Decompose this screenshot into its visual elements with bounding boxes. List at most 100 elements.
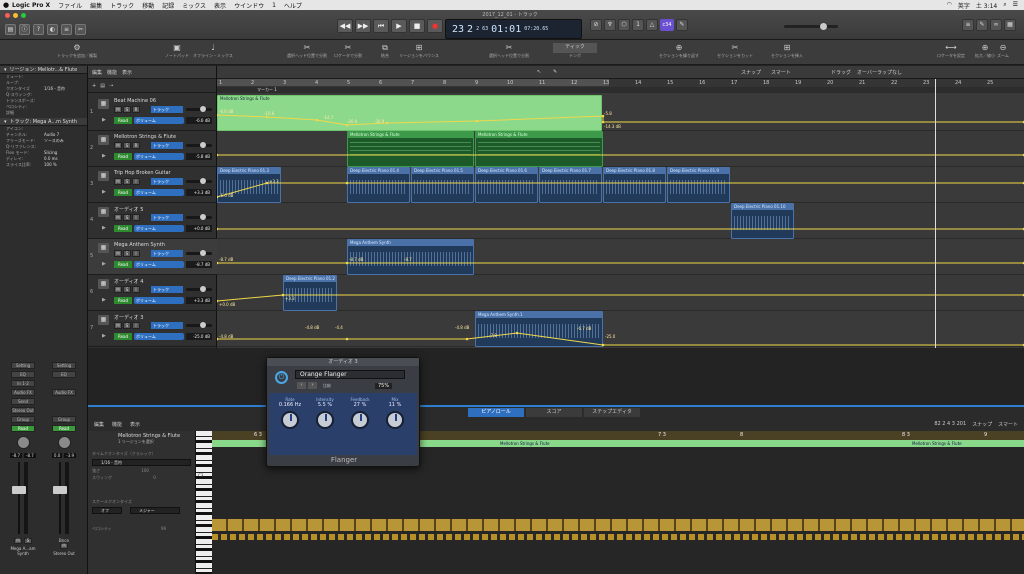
app-menu[interactable]: Logic Pro X <box>12 2 50 9</box>
folder-icon[interactable]: ▤ <box>100 83 105 89</box>
browser-icon[interactable]: ▦ <box>1004 19 1016 31</box>
knob-dial[interactable] <box>351 411 369 429</box>
menu-edit[interactable]: 編集 <box>90 1 102 10</box>
menu-1[interactable]: 1 <box>272 2 276 9</box>
automation-node[interactable] <box>345 123 349 127</box>
inspector-row-value[interactable]: 100 % <box>44 162 57 168</box>
track-play-icon[interactable]: ▶ <box>102 333 106 339</box>
master-volume-slider[interactable] <box>784 23 838 30</box>
mute-button[interactable]: M <box>114 142 122 149</box>
automation-mode-button[interactable]: Read <box>114 333 132 340</box>
menu-mix[interactable]: ミックス <box>182 1 206 10</box>
knob-value[interactable]: 5.5 % <box>310 402 340 408</box>
input-source[interactable]: 英字 <box>958 1 970 10</box>
track-volume-slider[interactable] <box>186 214 212 220</box>
region-inspector-header[interactable]: ▾ リージョン: Mellotr...& Flute <box>0 66 87 74</box>
eq-button[interactable]: EQ <box>52 371 76 378</box>
track-volume-slider[interactable] <box>186 142 212 148</box>
input-slot[interactable]: In 1-2 <box>11 380 35 387</box>
automation-line[interactable] <box>217 332 1024 346</box>
input-monitor-button[interactable]: I <box>132 178 140 185</box>
track-header[interactable]: 4 ▦ オーディオ 5 M S I トラック ▶ Read ボリューム +0.0 dB <box>88 203 217 239</box>
mute-button[interactable]: M <box>114 250 122 257</box>
knob-rate[interactable]: Rate 0.166 Hz <box>275 397 305 429</box>
automation-value[interactable]: +3.3 dB <box>186 297 212 304</box>
prev-preset-button[interactable]: ‹ <box>297 382 306 389</box>
track-name[interactable]: Mellotron Strings & Flute <box>114 134 176 140</box>
automation-node[interactable] <box>265 115 269 119</box>
mute-button[interactable]: M <box>114 214 122 221</box>
tick-tool[interactable]: ティック テンポ <box>540 43 610 59</box>
track-name[interactable]: Mega Anthem Synth <box>114 242 165 248</box>
automation-param-select[interactable]: トラック <box>151 178 183 185</box>
solo-button[interactable]: S <box>123 142 131 149</box>
track-header[interactable]: 3 ▦ Trip Hop Broken Guitar M S I トラック ▶ Read ボリュー… <box>88 167 217 203</box>
mute-button[interactable]: M <box>60 543 68 549</box>
automation-mode-button[interactable]: Read <box>114 261 132 268</box>
editor-snap-menu[interactable]: スマート <box>998 421 1018 428</box>
track-icon[interactable]: ▦ <box>98 243 109 253</box>
automation-mode[interactable]: Read <box>11 425 35 432</box>
automation-node[interactable] <box>601 120 605 124</box>
editor-view-menu[interactable]: 表示 <box>130 421 140 428</box>
send-slot[interactable]: Send <box>11 398 35 405</box>
split-playhead-tool-2[interactable]: ✂ 選択ヘッド位置で分割 <box>474 43 544 59</box>
stop-button[interactable]: ■ <box>409 19 425 33</box>
automation-mode-button[interactable]: Read <box>114 189 132 196</box>
automation-volume-select[interactable]: ボリューム <box>134 117 184 124</box>
group-slot[interactable]: Group <box>52 416 76 423</box>
automation-node[interactable] <box>217 227 219 231</box>
automation-param-select[interactable]: トラック <box>151 286 183 293</box>
solo-button[interactable]: S <box>123 106 131 113</box>
automation-node[interactable] <box>515 331 519 335</box>
knob-dial[interactable] <box>316 411 334 429</box>
automation-curves[interactable] <box>217 66 1024 348</box>
solo-button[interactable]: S <box>123 250 131 257</box>
view-menu[interactable]: 表示 <box>122 69 132 76</box>
track-volume-slider[interactable] <box>186 286 212 292</box>
automation-param-select[interactable]: トラック <box>151 106 183 113</box>
solo-button[interactable]: S <box>123 178 131 185</box>
track-header[interactable]: 6 ▦ オーディオ 4 M S I トラック ▶ Read ボリューム +3.3 dB <box>88 275 217 311</box>
track-volume-slider[interactable] <box>186 250 212 256</box>
track-header[interactable]: 1 ▦ Beat Machine 06 M S R トラック ▶ Read ボリューム -6.6 d… <box>88 95 217 131</box>
automation-param-select[interactable]: トラック <box>151 214 183 221</box>
input-monitor-button[interactable]: I <box>132 250 140 257</box>
go-to-start-button[interactable]: ⏮ <box>373 19 389 33</box>
fader-cap[interactable] <box>53 486 67 494</box>
menu-window[interactable]: ウインドウ <box>234 1 264 10</box>
menu-file[interactable]: ファイル <box>58 1 82 10</box>
track-volume-slider[interactable] <box>186 322 212 328</box>
track-header[interactable]: 7 ▦ オーディオ 3 M S I トラック ▶ Read ボリューム -25.0 dB <box>88 311 217 347</box>
automation-node[interactable] <box>475 119 479 123</box>
count-in-button[interactable]: 1 <box>632 19 644 31</box>
preset-select[interactable]: Orange Flanger <box>295 370 405 379</box>
knob-dial[interactable] <box>386 411 404 429</box>
audio-fx-slot[interactable]: Audio FX <box>52 389 76 396</box>
automation-value[interactable]: -25.0 dB <box>186 333 212 340</box>
list-editors-icon[interactable]: ≡ <box>962 19 974 31</box>
zoom-icon[interactable] <box>21 13 26 18</box>
knob-dial[interactable] <box>281 411 299 429</box>
track-volume-slider[interactable] <box>186 178 212 184</box>
output-slot[interactable]: Stereo Out <box>11 407 35 414</box>
help-button[interactable]: ? <box>33 24 44 35</box>
pan-knob[interactable] <box>16 436 30 449</box>
knob-value[interactable]: 27 % <box>345 402 375 408</box>
automation-volume-select[interactable]: ボリューム <box>134 333 184 340</box>
automation-param-select[interactable]: トラック <box>151 250 183 257</box>
power-icon[interactable]: ⏻ <box>275 371 288 384</box>
track-icon[interactable]: ▦ <box>98 207 109 217</box>
midi-notes-low[interactable] <box>212 534 1024 540</box>
forward-button[interactable]: ▶▶ <box>355 19 371 33</box>
knob-value[interactable]: 11 % <box>380 402 410 408</box>
automation-node[interactable] <box>345 337 349 341</box>
automation-line[interactable] <box>217 294 1024 302</box>
automation-param-select[interactable]: トラック <box>151 142 183 149</box>
tuner-icon[interactable]: ♆ <box>604 19 616 31</box>
scale-major-select[interactable]: メジャー <box>130 507 180 514</box>
functions-menu[interactable]: 機能 <box>107 69 117 76</box>
replace-button[interactable]: ⊘ <box>590 19 602 31</box>
track-play-icon[interactable]: ▶ <box>102 297 106 303</box>
solo-button[interactable]: S <box>24 538 32 544</box>
